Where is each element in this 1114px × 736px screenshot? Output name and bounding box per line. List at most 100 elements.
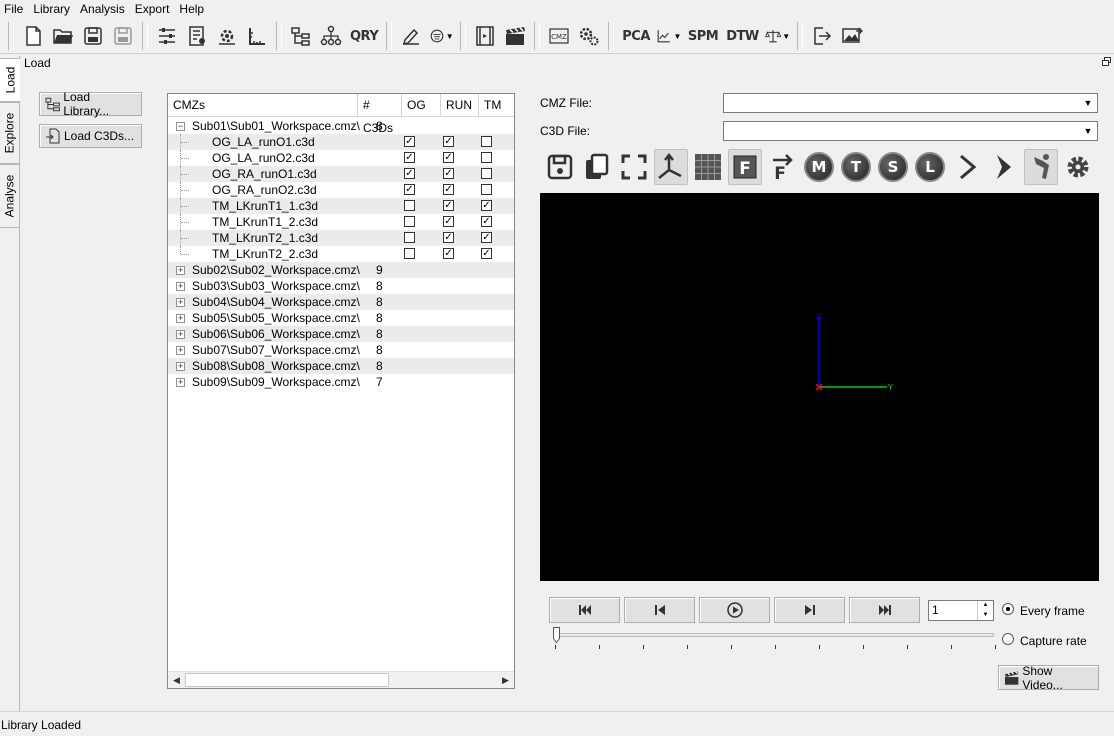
signature-icon[interactable] (397, 22, 425, 50)
column-header-run[interactable]: RUN (441, 94, 479, 117)
tree-row-c3d[interactable]: OG_LA_runO2.c3d ✓ ✓ (168, 150, 514, 166)
fullscreen-icon[interactable] (617, 149, 651, 185)
menu-library[interactable]: Library (29, 0, 76, 18)
menu-file[interactable]: File (0, 0, 29, 18)
chevron-right-icon[interactable] (950, 149, 984, 185)
tm-checkbox[interactable] (481, 168, 492, 179)
tree-row-workspace[interactable]: + Sub08\Sub08_Workspace.cmz\ 8 (168, 358, 514, 374)
play-button[interactable] (699, 597, 770, 623)
tree-row-c3d[interactable]: OG_RA_runO1.c3d ✓ ✓ (168, 166, 514, 182)
og-checkbox[interactable] (404, 200, 415, 211)
menu-analysis[interactable]: Analysis (76, 0, 131, 18)
og-checkbox[interactable]: ✓ (404, 168, 415, 179)
spin-up-icon[interactable]: ▲ (977, 601, 993, 610)
run-checkbox[interactable]: ✓ (443, 232, 454, 243)
save-view-icon[interactable] (543, 149, 577, 185)
run-checkbox[interactable]: ✓ (443, 200, 454, 211)
show-video-button[interactable]: Show Video... (998, 664, 1099, 692)
grid-icon[interactable] (691, 149, 725, 185)
every-frame-radio[interactable] (1002, 603, 1014, 615)
save-as-icon[interactable] (109, 22, 137, 50)
cmz-file-select[interactable]: ▼ (723, 93, 1098, 113)
tree-row-workspace[interactable]: + Sub07\Sub07_Workspace.cmz\ 8 (168, 342, 514, 358)
tree-row-workspace[interactable]: + Sub03\Sub03_Workspace.cmz\ 8 (168, 278, 514, 294)
run-checkbox[interactable]: ✓ (443, 248, 454, 259)
new-file-icon[interactable] (19, 22, 47, 50)
tree-row-workspace[interactable]: + Sub06\Sub06_Workspace.cmz\ 8 (168, 326, 514, 342)
bold-chevron-icon[interactable] (987, 149, 1021, 185)
run-checkbox[interactable]: ✓ (443, 136, 454, 147)
load-library-button[interactable]: Load Library... (39, 90, 142, 118)
hierarchy-icon[interactable] (317, 22, 345, 50)
expand-icon[interactable]: + (176, 314, 185, 323)
capture-rate-radio[interactable] (1002, 633, 1014, 645)
frame-slider[interactable] (556, 633, 994, 637)
c3d-file-select[interactable]: ▼ (723, 121, 1098, 141)
og-checkbox[interactable]: ✓ (404, 184, 415, 195)
tab-load[interactable]: Load (0, 58, 20, 102)
scroll-right-arrow-icon[interactable]: ▶ (497, 672, 514, 688)
tree-row-c3d[interactable]: TM_LKrunT1_2.c3d ✓ ✓ (168, 214, 514, 230)
tree-row-workspace[interactable]: + Sub09\Sub09_Workspace.cmz\ 7 (168, 374, 514, 390)
tm-checkbox[interactable] (481, 136, 492, 147)
expand-icon[interactable]: + (176, 298, 185, 307)
cmz-convert-icon[interactable]: CMZ (545, 22, 573, 50)
tree-row-workspace[interactable]: + Sub02\Sub02_Workspace.cmz\ 9 (168, 262, 514, 278)
cmz-tree-table[interactable]: CMZs # C3Ds OG RUN TM − Sub01\Sub01_Works… (167, 93, 515, 689)
og-checkbox[interactable]: ✓ (404, 152, 415, 163)
scroll-thumb[interactable] (185, 673, 389, 687)
gears-icon[interactable] (575, 22, 603, 50)
collapse-icon[interactable]: − (176, 122, 185, 131)
tab-analyse[interactable]: Analyse (0, 164, 20, 228)
tree-row-c3d[interactable]: OG_LA_runO1.c3d ✓ ✓ (168, 134, 514, 150)
run-checkbox[interactable]: ✓ (443, 168, 454, 179)
menu-help[interactable]: Help (175, 0, 210, 18)
save-icon[interactable] (79, 22, 107, 50)
ruler-icon[interactable] (243, 22, 271, 50)
tm-checkbox[interactable] (481, 184, 492, 195)
og-checkbox[interactable] (404, 216, 415, 227)
tree-view-icon[interactable] (287, 22, 315, 50)
settings-sliders-icon[interactable] (153, 22, 181, 50)
tm-checkbox[interactable]: ✓ (481, 248, 492, 259)
expand-icon[interactable]: + (176, 362, 185, 371)
tree-row-workspace[interactable]: + Sub05\Sub05_Workspace.cmz\ 8 (168, 310, 514, 326)
spin-down-icon[interactable]: ▼ (977, 611, 993, 620)
copy-icon[interactable] (580, 149, 614, 185)
skip-to-end-button[interactable] (849, 597, 920, 623)
segments-toggle[interactable]: S (876, 149, 910, 185)
horizontal-scrollbar[interactable]: ◀ ▶ (168, 671, 514, 688)
tm-checkbox[interactable]: ✓ (481, 216, 492, 227)
expand-icon[interactable]: + (176, 330, 185, 339)
labels-toggle[interactable]: L (913, 149, 947, 185)
film-frames-icon[interactable] (471, 22, 499, 50)
run-checkbox[interactable]: ✓ (443, 216, 454, 227)
dtw-button[interactable]: DTW (723, 22, 762, 50)
tm-checkbox[interactable]: ✓ (481, 232, 492, 243)
pca-button[interactable]: PCA (619, 22, 653, 50)
frame-step-spinbox[interactable]: 1 ▲ ▼ (928, 600, 994, 621)
tree-row-c3d[interactable]: TM_LKrunT2_2.c3d ✓ ✓ (168, 246, 514, 262)
expand-icon[interactable]: + (176, 346, 185, 355)
force-vector-icon[interactable]: F (765, 149, 799, 185)
tm-checkbox[interactable] (481, 152, 492, 163)
undock-icon[interactable] (1102, 57, 1111, 66)
column-header-og[interactable]: OG (402, 94, 441, 117)
load-c3ds-button[interactable]: Load C3Ds... (39, 124, 142, 148)
og-checkbox[interactable] (404, 248, 415, 259)
export-icon[interactable] (808, 22, 836, 50)
expand-icon[interactable]: + (176, 266, 185, 275)
tree-row-c3d[interactable]: OG_RA_runO2.c3d ✓ ✓ (168, 182, 514, 198)
clapperboard-icon[interactable] (501, 22, 529, 50)
trajectories-toggle[interactable]: T (839, 149, 873, 185)
run-checkbox[interactable]: ✓ (443, 184, 454, 195)
spm-button[interactable]: SPM (685, 22, 721, 50)
tm-checkbox[interactable]: ✓ (481, 200, 492, 211)
menu-export[interactable]: Export (131, 0, 176, 18)
tree-row-c3d[interactable]: TM_LKrunT1_1.c3d ✓ ✓ (168, 198, 514, 214)
document-settings-icon[interactable] (183, 22, 211, 50)
step-back-button[interactable] (624, 597, 695, 623)
open-folder-icon[interactable] (49, 22, 77, 50)
expand-icon[interactable]: + (176, 282, 185, 291)
3d-viewport[interactable]: Z Y (540, 193, 1099, 581)
